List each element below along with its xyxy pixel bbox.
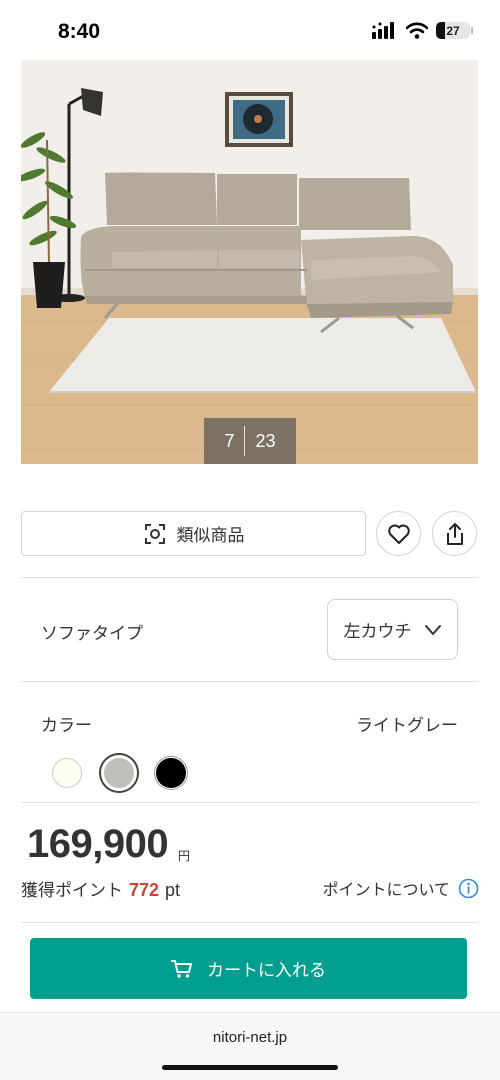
browser-address-bar[interactable]: nitori-net.jp: [0, 1012, 500, 1080]
battery-level: 27: [446, 23, 460, 38]
cellular-signal-icon: [372, 22, 394, 39]
sofa-type-select[interactable]: 左カウチ: [327, 599, 458, 660]
home-indicator[interactable]: [162, 1065, 338, 1070]
status-time: 8:40: [58, 20, 101, 43]
points-label: 獲得ポイント: [21, 881, 123, 901]
heart-icon: [387, 524, 410, 544]
similar-products-button[interactable]: 類似商品: [21, 511, 366, 556]
divider: [21, 577, 478, 578]
url-text[interactable]: nitori-net.jp: [0, 1029, 500, 1046]
image-counter: 7 23: [204, 418, 296, 464]
cart-icon: [171, 959, 192, 978]
color-swatch-light-gray[interactable]: [99, 753, 139, 793]
sofa-type-value: 左カウチ: [343, 622, 412, 642]
chevron-down-icon: [424, 624, 441, 635]
status-icons: 27: [372, 22, 473, 39]
selected-color-name: ライトグレー: [356, 716, 458, 736]
color-swatch-black[interactable]: [152, 754, 190, 792]
color-swatch-ivory[interactable]: [48, 754, 86, 792]
image-counter-total: 23: [255, 430, 276, 451]
status-bar: 8:40 27: [0, 0, 500, 60]
sofa-type-label: ソファタイプ: [41, 624, 143, 644]
image-search-icon: [144, 523, 165, 544]
points-value: 772: [129, 880, 160, 900]
divider: [21, 681, 478, 682]
points-unit: pt: [165, 880, 181, 900]
product-image[interactable]: 7 23: [21, 60, 478, 464]
price-currency: 円: [178, 849, 191, 863]
swatch-fill: [154, 756, 188, 790]
favorite-button[interactable]: [376, 511, 421, 556]
divider: [21, 922, 478, 923]
about-points-link[interactable]: ポイントについて: [322, 876, 479, 900]
add-to-cart-button[interactable]: カートに入れる: [30, 938, 467, 999]
earned-points: 獲得ポイント 772 pt: [21, 876, 180, 901]
swatch-fill: [104, 758, 134, 788]
share-button[interactable]: [432, 511, 477, 556]
image-counter-current: 7: [224, 430, 235, 451]
add-to-cart-label: カートに入れる: [207, 961, 326, 981]
info-icon: [458, 878, 479, 898]
color-label: カラー: [41, 716, 92, 736]
sofa-photo: [21, 60, 478, 464]
share-icon: [446, 522, 463, 545]
divider: [21, 802, 478, 803]
price-amount: 169,900: [27, 822, 169, 866]
about-points-label: ポイントについて: [322, 880, 450, 899]
battery-icon: 27: [436, 22, 473, 39]
image-counter-divider: [244, 426, 246, 456]
swatch-fill: [52, 758, 82, 788]
wifi-icon: [406, 22, 428, 39]
similar-products-label: 類似商品: [176, 526, 245, 546]
